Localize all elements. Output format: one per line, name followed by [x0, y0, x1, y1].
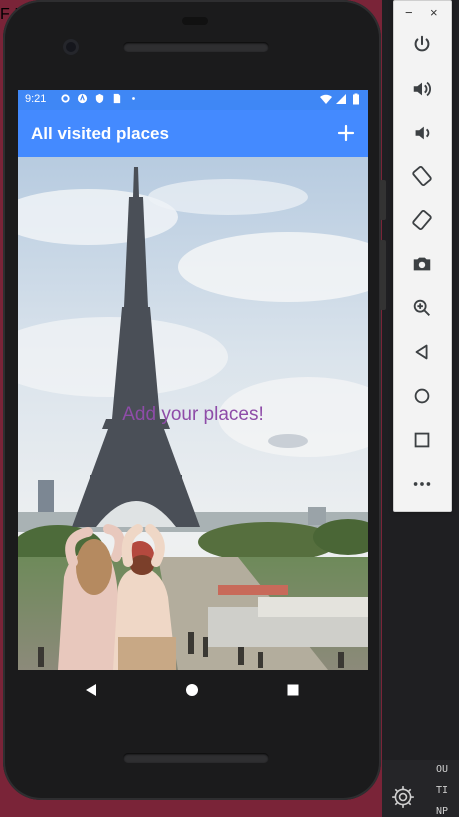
- more-icon: [413, 482, 431, 486]
- dot-icon: [132, 97, 135, 100]
- power-side-button: [380, 180, 386, 220]
- shield-notification-icon: [95, 93, 104, 104]
- volume-up-button[interactable]: [407, 74, 437, 104]
- emulator-toolbar: − ×: [393, 0, 452, 512]
- power-icon: [414, 35, 430, 52]
- sd-card-icon: [113, 93, 121, 104]
- signal-icon: [336, 94, 346, 104]
- home-button[interactable]: [407, 381, 437, 411]
- ide-outline-item[interactable]: NP: [436, 806, 448, 817]
- top-speaker: [123, 42, 269, 52]
- status-bar: 9:21: [18, 90, 368, 110]
- empty-state-message: Add your places!: [122, 404, 264, 425]
- home-icon: [414, 388, 430, 404]
- back-icon: [415, 344, 428, 360]
- front-camera: [63, 39, 79, 55]
- rotate-left-icon: [412, 165, 432, 187]
- device-screen: 9:21 All visited places Add your places!: [18, 90, 368, 670]
- rotate-right-icon: [412, 209, 432, 231]
- app-notification-icon: [77, 93, 88, 104]
- plus-icon[interactable]: [334, 121, 358, 145]
- ide-outline-item[interactable]: OU: [436, 764, 448, 775]
- navigation-bar: [18, 670, 368, 710]
- notification-icons: [60, 93, 139, 104]
- volume-side-button: [380, 240, 386, 310]
- home-icon[interactable]: [185, 683, 199, 697]
- battery-icon: [353, 93, 359, 105]
- overview-icon[interactable]: [286, 683, 300, 697]
- rotate-left-button[interactable]: [407, 161, 437, 191]
- gear-icon[interactable]: [390, 784, 416, 810]
- overview-button[interactable]: [407, 425, 437, 455]
- volume-up-icon: [413, 81, 431, 97]
- volume-down-button[interactable]: [407, 118, 437, 148]
- overview-icon: [414, 432, 430, 448]
- zoom-icon: [413, 299, 430, 316]
- earpiece-sensor: [182, 17, 208, 25]
- rotate-right-button[interactable]: [407, 205, 437, 235]
- volume-down-icon: [415, 126, 430, 140]
- bottom-speaker: [123, 753, 269, 763]
- close-button[interactable]: ×: [430, 5, 438, 20]
- zoom-button[interactable]: [407, 293, 437, 323]
- ide-outline-item[interactable]: TI: [436, 785, 448, 796]
- screenshot-button[interactable]: [407, 249, 437, 279]
- more-button[interactable]: [407, 469, 437, 499]
- settings-notification-icon: [61, 94, 70, 103]
- wifi-icon: [320, 94, 332, 104]
- power-button[interactable]: [407, 30, 437, 60]
- page-title: All visited places: [31, 124, 169, 143]
- camera-icon: [413, 257, 431, 271]
- app-bar: All visited places: [18, 110, 368, 157]
- back-button[interactable]: [407, 337, 437, 367]
- status-time: 9:21: [25, 93, 47, 105]
- minimize-button[interactable]: −: [405, 5, 413, 20]
- back-icon[interactable]: [84, 683, 98, 697]
- background-photo: Add your places!: [18, 157, 368, 670]
- system-icons: [320, 93, 362, 105]
